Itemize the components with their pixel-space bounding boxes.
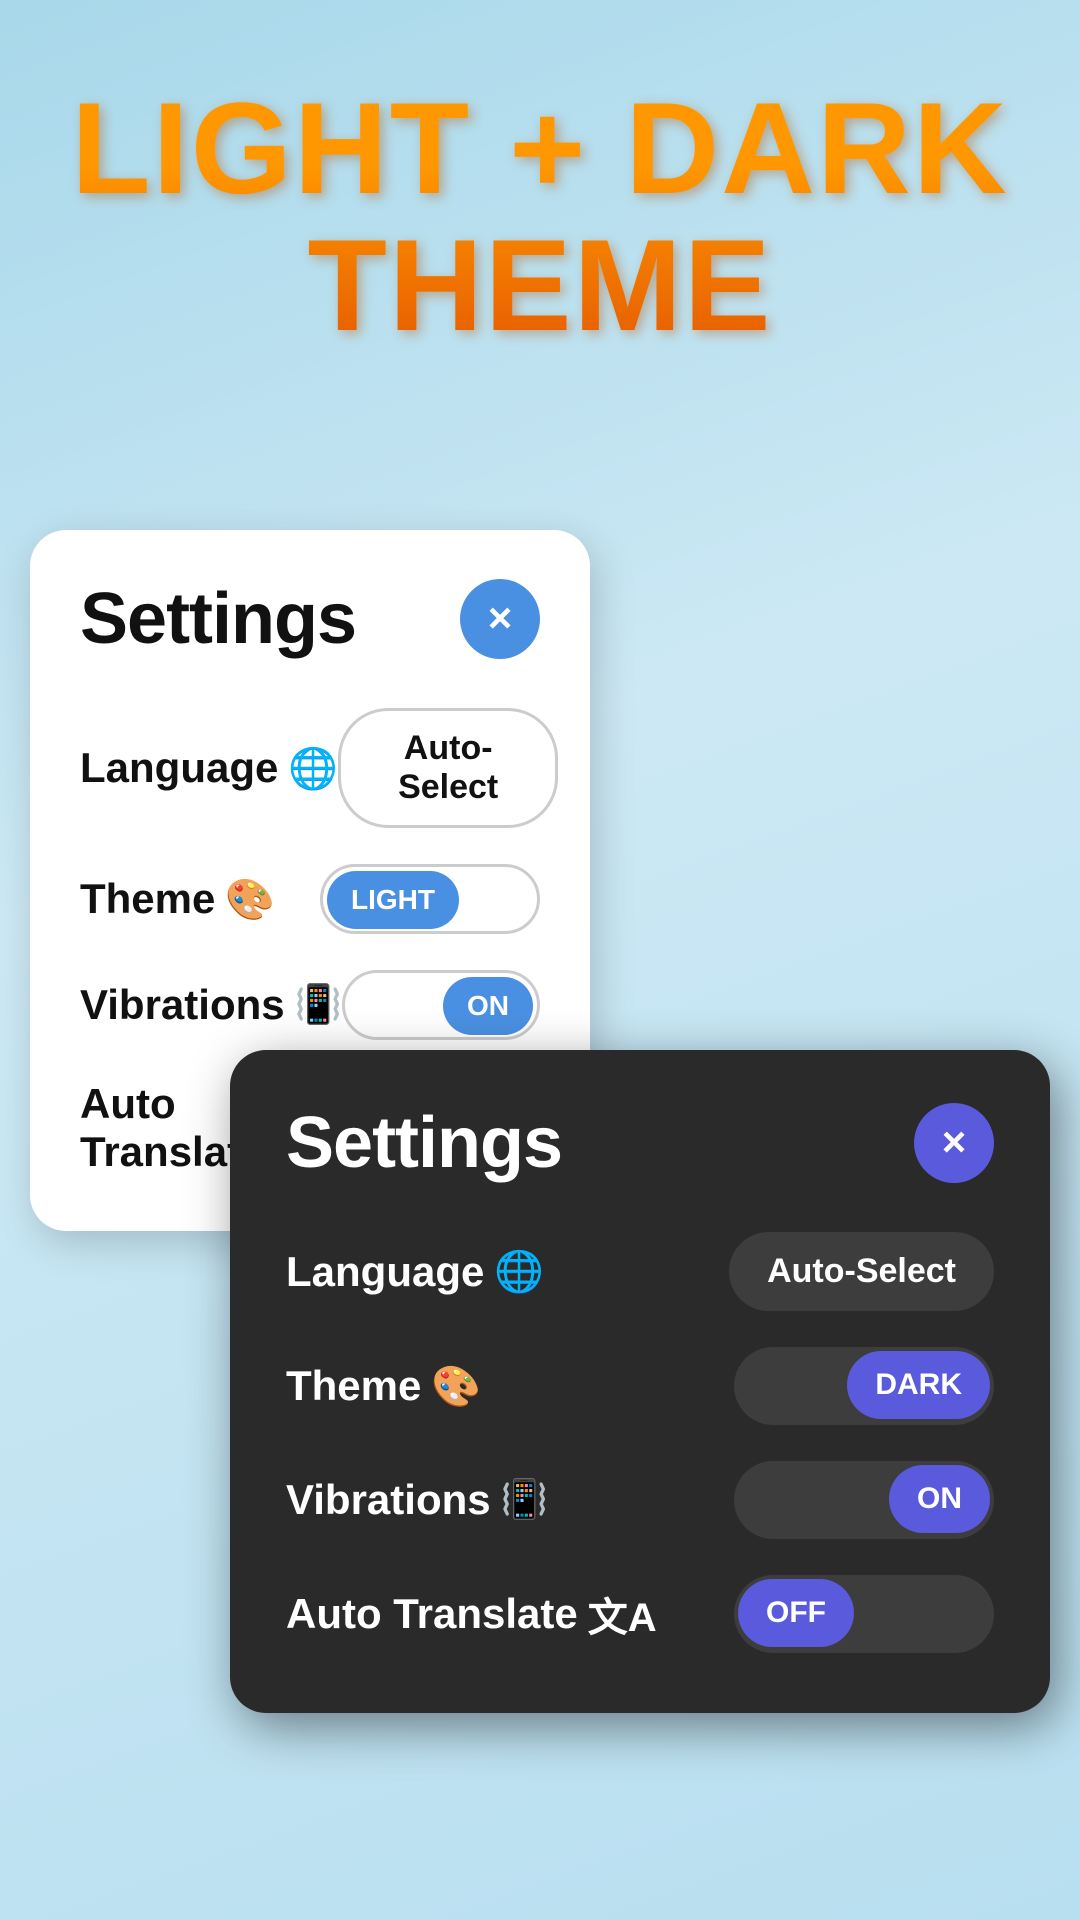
headline-line1: Light + dark [71, 75, 1009, 221]
light-theme-toggle-thumb: LIGHT [327, 871, 459, 929]
dark-theme-row: Theme 🎨 DARK [286, 1347, 994, 1425]
dark-vibrations-label: Vibrations 📳 [286, 1476, 548, 1524]
dark-palette-icon: 🎨 [431, 1363, 481, 1410]
dark-settings-card: Settings × Language 🌐 Auto-Select Theme … [230, 1050, 1050, 1713]
dark-vibrations-toggle-thumb: ON [889, 1465, 990, 1533]
dark-auto-translate-toggle-thumb: OFF [738, 1579, 854, 1647]
dark-globe-icon: 🌐 [494, 1248, 544, 1295]
light-settings-title: Settings [80, 578, 356, 660]
dark-card-header: Settings × [286, 1102, 994, 1184]
dark-theme-label: Theme 🎨 [286, 1362, 481, 1410]
dark-close-button[interactable]: × [914, 1103, 994, 1183]
light-theme-label: Theme 🎨 [80, 875, 275, 923]
light-vibrations-toggle-thumb: ON [443, 977, 533, 1035]
light-vibrations-label: Vibrations 📳 [80, 981, 342, 1029]
headline-line2: theme [308, 212, 773, 358]
dark-vibrations-row: Vibrations 📳 ON [286, 1461, 994, 1539]
dark-theme-toggle[interactable]: DARK [734, 1347, 994, 1425]
light-vibrations-toggle[interactable]: ON [342, 970, 540, 1040]
dark-language-button[interactable]: Auto-Select [729, 1232, 994, 1311]
dark-auto-translate-row: Auto Translate 文A OFF [286, 1575, 994, 1653]
dark-vibrations-text: Vibrations [286, 1476, 491, 1524]
dark-language-text: Language [286, 1248, 484, 1296]
light-vibrations-row: Vibrations 📳 ON [80, 970, 540, 1040]
dark-theme-toggle-thumb: DARK [847, 1351, 990, 1419]
dark-vibrations-toggle[interactable]: ON [734, 1461, 994, 1539]
headline-text: Light + dark theme [40, 80, 1040, 353]
light-theme-toggle[interactable]: LIGHT [320, 864, 540, 934]
light-close-icon: × [488, 597, 513, 639]
light-language-label: Language 🌐 [80, 744, 338, 792]
dark-translate-icon: 文A [588, 1585, 657, 1643]
light-language-row: Language 🌐 Auto-Select [80, 708, 540, 828]
vibration-icon: 📳 [295, 983, 342, 1027]
headline: Light + dark theme [0, 80, 1080, 353]
dark-auto-translate-toggle[interactable]: OFF [734, 1575, 994, 1653]
dark-language-row: Language 🌐 Auto-Select [286, 1232, 994, 1311]
light-close-button[interactable]: × [460, 579, 540, 659]
dark-auto-translate-label: Auto Translate 文A [286, 1585, 657, 1643]
light-theme-text: Theme [80, 875, 215, 923]
dark-vibration-icon: 📳 [501, 1478, 548, 1522]
light-language-button[interactable]: Auto-Select [338, 708, 558, 828]
dark-theme-text: Theme [286, 1362, 421, 1410]
dark-settings-title: Settings [286, 1102, 562, 1184]
light-vibrations-text: Vibrations [80, 981, 285, 1029]
light-language-text: Language [80, 744, 278, 792]
globe-icon: 🌐 [288, 745, 338, 792]
palette-icon: 🎨 [225, 876, 275, 923]
light-theme-row: Theme 🎨 LIGHT [80, 864, 540, 934]
dark-close-icon: × [942, 1121, 967, 1163]
dark-language-label: Language 🌐 [286, 1248, 544, 1296]
light-card-header: Settings × [80, 578, 540, 660]
dark-auto-translate-text: Auto Translate [286, 1590, 578, 1638]
